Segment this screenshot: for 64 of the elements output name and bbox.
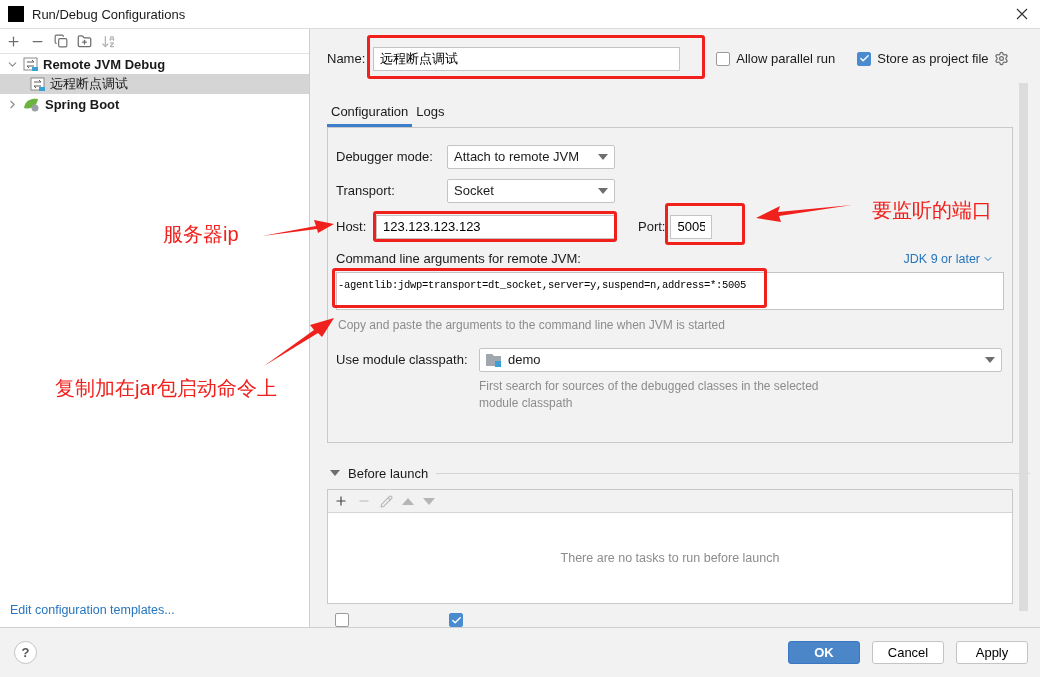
annotation-text: 要监听的端口 [872,198,992,223]
checkbox[interactable] [449,613,463,627]
ok-button[interactable]: OK [788,641,860,664]
transport-dropdown[interactable]: Socket [447,178,615,203]
tree-label: Remote JVM Debug [43,56,166,72]
debug-config-icon [23,56,39,72]
tree-label: 远程断点调试 [50,75,128,93]
tree-item[interactable]: 远程断点调试 [0,74,309,94]
module-dropdown[interactable]: demo [479,347,1002,372]
annotation-arrow [264,318,334,366]
add-icon[interactable] [334,494,348,509]
debug-config-icon [30,76,46,92]
app-logo-icon [8,6,24,22]
field-label: Use module classpath: [336,352,469,368]
option-label: Store as project file [877,51,989,67]
field-label: Command line arguments for remote JVM: [336,251,581,267]
help-button[interactable]: ? [14,641,37,664]
move-down-icon[interactable] [423,497,435,505]
field-label: Port: [638,219,666,235]
dialog-button[interactable]: Apply [956,641,1028,664]
tab[interactable]: Configuration [327,100,413,127]
scrollbar[interactable] [1019,83,1028,611]
hint-text: First search for sources of the debugged classes in the selected module classpath [479,377,820,412]
tree-item[interactable]: Remote JVM Debug [0,54,309,74]
field-label: Host: [336,219,368,235]
dropdown-arrow-icon [985,356,995,363]
tab[interactable]: Logs [412,100,449,127]
edit-icon[interactable] [380,494,393,508]
settings-icon[interactable] [993,51,1009,67]
option-label: Allow parallel run [736,51,836,67]
copy-icon[interactable] [54,34,68,48]
leaf-icon [23,96,41,112]
dialog-button[interactable]: Cancel [872,641,944,664]
annotation-text: 复制加在jar包启动命令上 [55,376,278,401]
option[interactable]: Allow parallel run [716,51,836,67]
templates-link[interactable]: Edit configuration templates... [10,603,299,617]
tree-item[interactable]: Spring Boot [0,94,309,114]
sort-icon[interactable] [101,33,116,49]
window-title: Run/Debug Configurations [32,6,186,22]
section-title: Before launch [348,465,429,481]
name-label: Name: [327,51,366,67]
field-label: Debugger mode: [336,149,434,165]
field-label: Transport: [336,183,396,199]
jdk-version-link[interactable]: JDK 9 or later [903,251,994,266]
hint-text: Copy and paste the arguments to the command line when JVM is started [338,317,725,335]
checkbox[interactable] [857,51,872,66]
annotation-text: 服务器ip [163,222,239,247]
empty-text: There are no tasks to run before launch [560,551,780,566]
add-icon[interactable] [6,33,21,49]
module-folder-icon [486,352,502,367]
command-line-field[interactable]: -agentlib:jdwp=transport=dt_socket,server=y,suspend=n,address=*:5005 [336,271,1004,310]
host-field[interactable]: 123.123.123.123 [376,214,615,239]
folder-plus-icon[interactable] [77,33,92,49]
option[interactable]: Store as project file [857,51,989,67]
dropdown-arrow-icon [598,153,608,160]
debugger-mode-dropdown[interactable]: Attach to remote JVM [447,144,615,169]
tree-label: Spring Boot [45,96,120,112]
port-field[interactable]: 5005 [670,214,713,239]
checkbox[interactable] [335,613,349,627]
dropdown-arrow-icon [598,187,608,194]
checkbox[interactable] [716,51,731,66]
name-field[interactable]: 远程断点调试 [373,46,681,71]
collapse-triangle-icon[interactable] [330,469,340,478]
move-up-icon[interactable] [402,497,414,505]
